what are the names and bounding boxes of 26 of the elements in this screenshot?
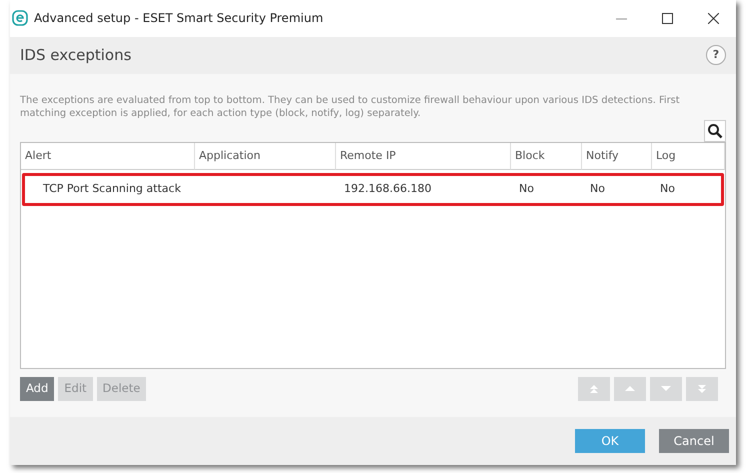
table-cell: No — [519, 182, 534, 196]
caret-down-icon — [661, 386, 671, 392]
maximize-icon — [662, 12, 672, 24]
table-cell: No — [660, 182, 675, 196]
column-header[interactable]: Alert — [21, 142, 195, 170]
cancel-button[interactable]: Cancel — [659, 428, 729, 453]
table-cell: 192.168.66.180 — [344, 182, 432, 196]
window-title: Advanced setup - ESET Smart Security Premium — [34, 10, 324, 28]
caret-up-icon — [625, 386, 635, 392]
action-button[interactable]: Add — [20, 376, 54, 401]
table-cell: No — [590, 182, 605, 196]
search-button[interactable] — [704, 120, 726, 142]
column-header[interactable]: Remote IP — [336, 142, 511, 170]
description-text: The exceptions are evaluated from top to bottom. They can be used to customize firewall behaviour upon various IDS detections. First matching exception is applied, for each action type (block, notify, log) separately. — [20, 94, 681, 120]
column-header[interactable]: Notify — [582, 142, 652, 170]
double-caret-down-icon — [698, 384, 706, 393]
column-header[interactable]: Application — [195, 142, 336, 170]
page-title: IDS exceptions — [20, 44, 132, 66]
help-button[interactable]: ? — [706, 45, 726, 66]
table-row[interactable]: TCP Port Scanning attack 192.168.66.180 No No No — [22, 173, 724, 206]
table-cell: TCP Port Scanning attack — [43, 182, 181, 196]
app-logo-icon — [12, 10, 28, 26]
column-header[interactable]: Log — [652, 142, 725, 170]
close-icon — [708, 12, 718, 24]
column-header[interactable]: Block — [511, 142, 582, 170]
double-caret-up-icon — [590, 384, 598, 393]
